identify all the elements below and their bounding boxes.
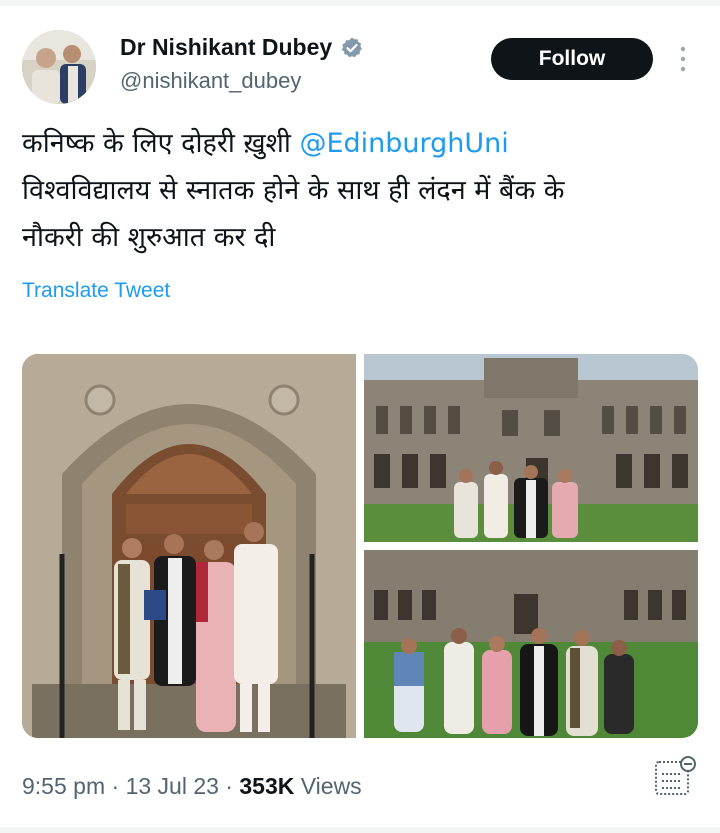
translate-tweet-link[interactable]: Translate Tweet bbox=[22, 279, 170, 303]
tweet-line-2: विश्वविद्यालय से स्नातक होने के साथ ही ल… bbox=[22, 175, 565, 206]
photo-courtyard-group[interactable] bbox=[364, 550, 698, 738]
tweet-text: कनिष्क के लिए दोहरी ख़ुशी @EdinburghUni … bbox=[22, 120, 702, 261]
views-label: Views bbox=[294, 773, 362, 799]
author-handle[interactable]: @nishikant_dubey bbox=[120, 68, 301, 94]
photo-doorway[interactable] bbox=[22, 354, 356, 738]
meta-separator: · bbox=[105, 773, 126, 799]
tweet-date[interactable]: 13 Jul 23 bbox=[126, 773, 219, 799]
follow-button[interactable]: Follow bbox=[491, 38, 653, 80]
tweet-line-3: नौकरी की शुरुआत कर दी bbox=[22, 222, 276, 253]
analytics-icon[interactable] bbox=[652, 754, 698, 800]
media-grid bbox=[22, 354, 698, 738]
author-name-row: Dr Nishikant Dubey bbox=[120, 34, 364, 61]
bottom-divider bbox=[0, 827, 720, 833]
more-vertical-icon[interactable] bbox=[678, 44, 688, 74]
top-divider bbox=[0, 0, 720, 6]
tweet-line-1-text: कनिष्क के लिए दोहरी ख़ुशी bbox=[22, 128, 300, 159]
author-name[interactable]: Dr Nishikant Dubey bbox=[120, 34, 332, 61]
tweet-meta: 9:55 pm · 13 Jul 23 · 353K Views bbox=[22, 773, 362, 800]
verified-badge-icon bbox=[340, 36, 364, 60]
avatar-photo bbox=[22, 30, 96, 104]
meta-separator: · bbox=[218, 773, 240, 799]
avatar[interactable] bbox=[22, 30, 96, 104]
tweet-time[interactable]: 9:55 pm bbox=[22, 773, 105, 799]
views-count: 353K bbox=[239, 773, 295, 799]
photo-courtyard-top[interactable] bbox=[364, 354, 698, 542]
mention-link[interactable]: @EdinburghUni bbox=[299, 128, 508, 159]
tweet-line-1: कनिष्क के लिए दोहरी ख़ुशी @EdinburghUni bbox=[22, 120, 702, 167]
